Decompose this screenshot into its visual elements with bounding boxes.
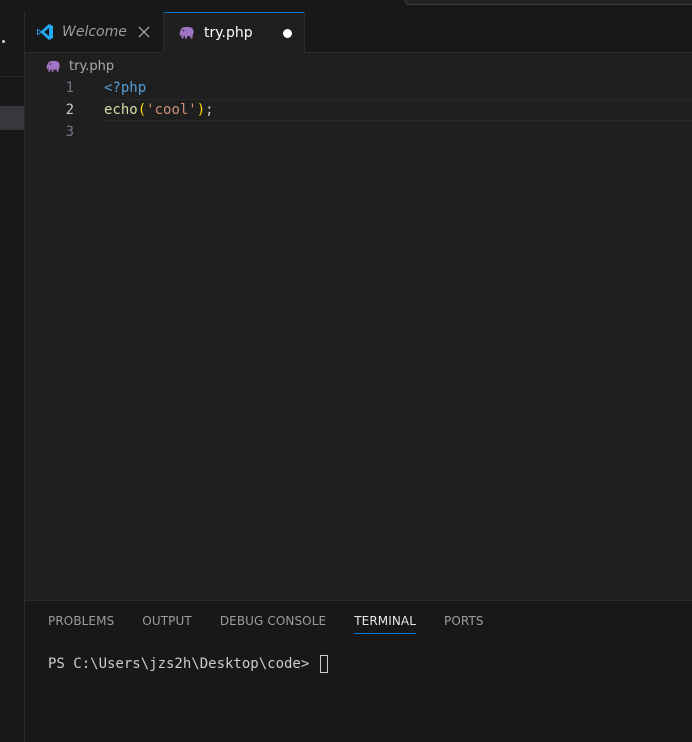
code-editor[interactable]: 1 <?php 2 echo('cool'); 3 xyxy=(25,77,692,600)
close-paren: ) xyxy=(196,102,206,118)
sidebar-divider xyxy=(0,76,24,77)
vscode-window: Welcome try.php try.php 1 <?php 2 echo('… xyxy=(0,0,692,742)
tab-problems[interactable]: PROBLEMS xyxy=(48,613,114,633)
semicolon: ; xyxy=(205,102,214,118)
tab-ports[interactable]: PORTS xyxy=(444,613,484,633)
sidebar-selected-item[interactable] xyxy=(0,106,24,130)
line-number: 1 xyxy=(65,80,74,96)
bottom-panel: PROBLEMS OUTPUT DEBUG CONSOLE TERMINAL P… xyxy=(25,600,692,742)
line-number: 2 xyxy=(65,102,74,118)
more-dot-icon[interactable] xyxy=(2,40,5,43)
tab-welcome-label: Welcome xyxy=(62,24,127,40)
php-elephant-icon xyxy=(178,24,196,42)
php-open-tag: <?php xyxy=(104,80,147,96)
code-line-3[interactable]: 3 xyxy=(25,121,692,143)
code-line-1[interactable]: 1 <?php xyxy=(25,77,692,99)
echo-keyword: echo xyxy=(104,102,138,118)
terminal-prompt-line[interactable]: PS C:\Users\jzs2h\Desktop\code> xyxy=(48,653,328,675)
vscode-logo-icon xyxy=(36,23,54,41)
code-text[interactable]: <?php xyxy=(104,77,146,99)
unsaved-changes-dot-icon[interactable] xyxy=(283,28,292,38)
panel-tab-bar: PROBLEMS OUTPUT DEBUG CONSOLE TERMINAL P… xyxy=(48,613,512,635)
terminal-prompt: PS C:\Users\jzs2h\Desktop\code> xyxy=(48,656,318,672)
command-center-edge[interactable] xyxy=(405,0,692,5)
line-number: 3 xyxy=(65,124,74,140)
close-icon[interactable] xyxy=(137,25,151,39)
sidebar-edge xyxy=(0,12,25,742)
terminal-cursor xyxy=(319,655,328,673)
tab-try-php[interactable]: try.php xyxy=(164,12,305,53)
tab-try-php-label: try.php xyxy=(204,25,253,41)
breadcrumb: try.php xyxy=(45,55,114,77)
code-line-2[interactable]: 2 echo('cool'); xyxy=(25,99,692,121)
php-elephant-icon xyxy=(45,58,61,74)
title-bar xyxy=(0,0,692,12)
tab-terminal[interactable]: TERMINAL xyxy=(354,613,417,634)
breadcrumb-file[interactable]: try.php xyxy=(69,59,114,74)
tab-debug-console[interactable]: DEBUG CONSOLE xyxy=(220,613,326,633)
tab-output[interactable]: OUTPUT xyxy=(142,613,192,633)
editor-tab-bar: Welcome try.php xyxy=(25,12,692,53)
string-literal: 'cool' xyxy=(146,102,197,118)
open-paren: ( xyxy=(137,102,147,118)
tab-welcome[interactable]: Welcome xyxy=(25,12,164,52)
code-text[interactable]: echo('cool'); xyxy=(104,99,214,121)
